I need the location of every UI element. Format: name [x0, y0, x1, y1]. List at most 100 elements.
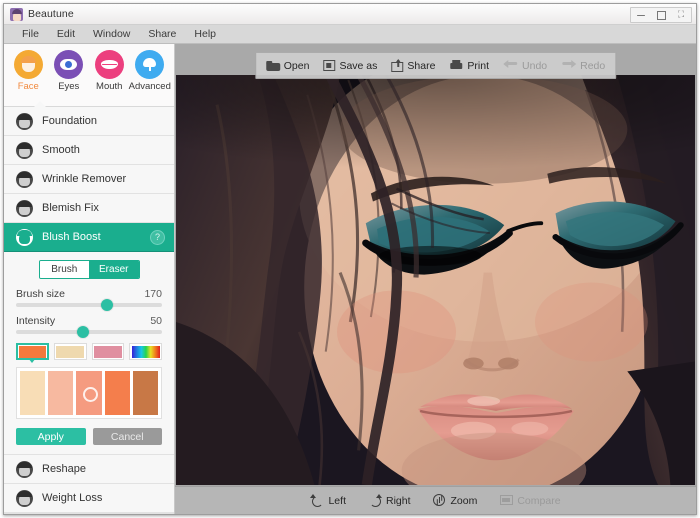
redo-button: Redo: [561, 59, 605, 72]
sidebar-item-label: Weight Loss: [42, 492, 103, 504]
blush-boost-icon: [16, 228, 33, 246]
sidebar-item-wrinkle-remover[interactable]: Wrinkle Remover: [4, 165, 174, 194]
share-icon: [391, 58, 404, 72]
face-icon: [13, 50, 43, 79]
save-as-label: Save as: [339, 59, 378, 72]
save-as-button[interactable]: Save as: [323, 60, 377, 72]
canvas-area[interactable]: Open Save as Share Print Undo Redo: [175, 44, 696, 486]
sidebar-item-label: Reshape: [42, 463, 87, 475]
beige-swatch[interactable]: [53, 343, 87, 360]
beautune-app-icon: [10, 7, 23, 21]
image-toolbar: Open Save as Share Print Undo Redo: [254, 52, 617, 79]
tab-advanced-label: Advanced: [128, 81, 171, 92]
help-icon[interactable]: ?: [150, 229, 165, 245]
title-bar: Beautune ⛶: [4, 4, 696, 25]
sidebar-item-blush-boost[interactable]: Blush Boost ?: [4, 223, 174, 252]
tab-face-label: Face: [17, 81, 39, 92]
reshape-icon: [16, 460, 33, 478]
shade-2-swatch[interactable]: [48, 371, 74, 415]
tab-face[interactable]: Face: [8, 50, 48, 92]
panel-actions: Apply Cancel: [16, 428, 162, 445]
category-tabs: Face Eyes Mouth Advanced: [4, 44, 174, 107]
menu-item-share[interactable]: Share: [139, 26, 185, 42]
menu-item-window[interactable]: Window: [84, 26, 139, 42]
tulip-icon: [135, 50, 165, 79]
intensity-thumb[interactable]: [77, 326, 90, 338]
compare-button: Compare: [499, 494, 561, 507]
share-label: Share: [407, 59, 436, 72]
main-body: Face Eyes Mouth Advanced Foundation Smoo…: [4, 44, 696, 514]
wrinkle-remover-icon: [16, 170, 33, 188]
shade-3-swatch[interactable]: [76, 371, 102, 415]
sidebar-filler: [4, 513, 174, 514]
sidebar-item-blemish-fix[interactable]: Blemish Fix: [4, 194, 174, 223]
rotate-left-button[interactable]: Left: [310, 494, 346, 507]
tab-eyes[interactable]: Eyes: [49, 50, 89, 92]
smooth-icon: [16, 141, 33, 159]
share-button[interactable]: Share: [391, 58, 436, 72]
blemish-fix-icon: [16, 199, 33, 217]
print-button[interactable]: Print: [449, 59, 489, 72]
sidebar-item-foundation[interactable]: Foundation: [4, 107, 174, 136]
intensity-label: Intensity: [16, 315, 56, 327]
rainbow-swatch[interactable]: [129, 343, 162, 360]
brush-size-slider-block: Brush size 170: [16, 288, 162, 311]
portrait-photo[interactable]: [176, 75, 695, 485]
tab-mouth[interactable]: Mouth: [89, 50, 129, 92]
sidebar-item-smooth[interactable]: Smooth: [4, 136, 174, 165]
compare-label: Compare: [517, 494, 561, 507]
sidebar-item-label: Blush Boost: [42, 231, 101, 243]
apply-button[interactable]: Apply: [16, 428, 86, 445]
undo-button: Undo: [503, 59, 547, 72]
eraser-mode-button[interactable]: Eraser: [89, 261, 139, 278]
sidebar-item-weight-loss[interactable]: Weight Loss: [4, 484, 174, 513]
app-window: Beautune ⛶ File Edit Window Share Help F…: [3, 3, 697, 515]
window-title: Beautune: [28, 8, 74, 20]
sidebar: Face Eyes Mouth Advanced Foundation Smoo…: [4, 44, 175, 514]
menu-item-edit[interactable]: Edit: [48, 26, 84, 42]
lips-icon: [94, 50, 124, 79]
foundation-icon: [16, 112, 33, 130]
sidebar-item-label: Smooth: [42, 144, 80, 156]
open-button[interactable]: Open: [265, 59, 310, 72]
brush-size-track[interactable]: [16, 299, 162, 311]
cancel-button[interactable]: Cancel: [92, 428, 162, 445]
sidebar-item-label: Wrinkle Remover: [42, 173, 127, 185]
view-toolbar: Left Right Zoom Compare: [175, 486, 696, 514]
redo-arrow-icon: [561, 59, 577, 72]
orange-swatch[interactable]: [16, 343, 49, 363]
zoom-button[interactable]: Zoom: [433, 494, 477, 507]
brush-size-value: 170: [144, 288, 162, 300]
tab-advanced[interactable]: Advanced: [128, 50, 171, 92]
brush-size-thumb[interactable]: [100, 299, 113, 311]
menu-bar: File Edit Window Share Help: [4, 25, 696, 44]
shade-4-swatch[interactable]: [104, 371, 130, 415]
color-family-palette: [16, 343, 162, 363]
printer-icon: [449, 59, 463, 72]
intensity-slider-block: Intensity 50: [16, 315, 162, 338]
zoom-in-icon: [433, 494, 447, 507]
sidebar-item-label: Foundation: [42, 115, 98, 127]
folder-open-icon: [265, 59, 280, 72]
canvas-pane: Open Save as Share Print Undo Redo Left …: [175, 44, 696, 514]
minimize-button[interactable]: [632, 9, 650, 21]
rotate-right-icon: [368, 494, 382, 507]
pink-swatch[interactable]: [91, 343, 125, 360]
weight-loss-icon: [16, 489, 33, 507]
rotate-right-button[interactable]: Right: [368, 494, 411, 507]
shade-1-swatch[interactable]: [20, 371, 46, 415]
menu-item-help[interactable]: Help: [185, 26, 225, 42]
intensity-value: 50: [150, 315, 162, 327]
save-icon: [323, 60, 336, 71]
menu-item-file[interactable]: File: [13, 26, 48, 42]
shade-5-swatch[interactable]: [132, 371, 159, 415]
brush-mode-button[interactable]: Brush: [39, 261, 89, 278]
intensity-track[interactable]: [16, 326, 162, 338]
sidebar-item-reshape[interactable]: Reshape: [4, 455, 174, 484]
close-button[interactable]: ⛶: [672, 9, 690, 21]
maximize-button[interactable]: [652, 9, 670, 21]
open-label: Open: [283, 59, 310, 72]
sidebar-item-label: Blemish Fix: [42, 202, 99, 214]
color-shade-palette: [16, 367, 162, 419]
tab-eyes-label: Eyes: [58, 81, 80, 92]
